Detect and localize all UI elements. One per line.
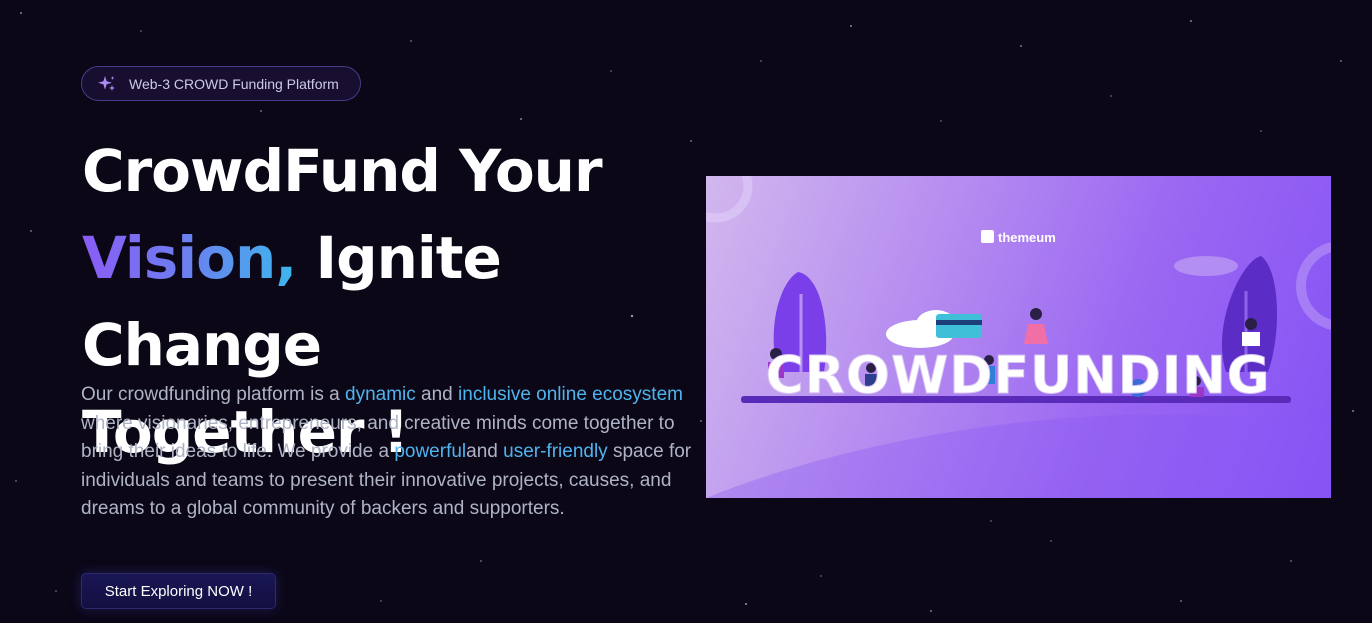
sparkle-icon — [97, 74, 117, 94]
hero-description: Our crowdfunding platform is a dynamic a… — [81, 381, 701, 524]
start-exploring-button[interactable]: Start Exploring NOW ! — [81, 573, 276, 609]
headline-line-1: CrowdFund Your — [82, 137, 603, 205]
description-highlight: dynamic — [345, 384, 416, 405]
illustration-word: CROWDFUNDING — [766, 346, 1271, 406]
description-highlight: user-friendly — [503, 441, 608, 463]
description-text: Our crowdfunding platform is a — [81, 384, 346, 405]
headline-highlight: Vision, — [82, 224, 297, 292]
description-text: and — [415, 384, 459, 405]
description-highlight: inclusive online ecosystem — [458, 384, 683, 405]
platform-badge: Web-3 CROWD Funding Platform — [81, 66, 361, 101]
description-text: and — [466, 441, 504, 463]
illustration-brand: themeum — [998, 230, 1056, 245]
crowdfunding-illustration: $ CROWDFUNDING themeum — [706, 176, 1331, 498]
description-highlight: powerful — [394, 441, 467, 463]
badge-label: Web-3 CROWD Funding Platform — [129, 75, 339, 92]
